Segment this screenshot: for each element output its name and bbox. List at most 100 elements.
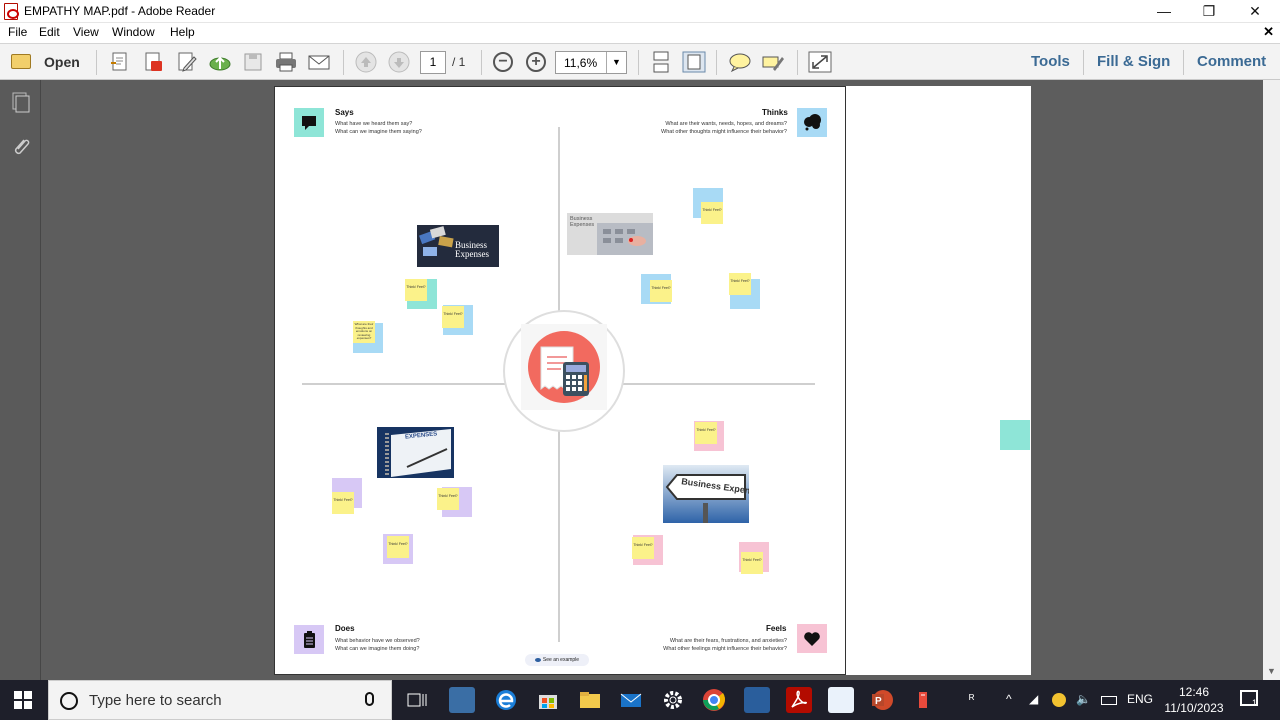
settings-gear-icon[interactable] (660, 687, 686, 713)
menu-file[interactable]: File (8, 25, 27, 39)
export-pdf-icon[interactable] (141, 51, 165, 73)
menu-help[interactable]: Help (170, 25, 195, 39)
sticky-note[interactable]: Think/ Feel? (332, 492, 354, 514)
edge-browser-icon[interactable] (493, 687, 519, 713)
edit-pdf-icon[interactable] (175, 51, 199, 73)
feels-question-2: What other feelings might influence thei… (663, 646, 787, 652)
microphone-icon[interactable] (365, 692, 374, 706)
sticky-note[interactable]: Think/ Feel? (729, 273, 751, 295)
vertical-scrollbar[interactable]: ▼ (1263, 80, 1280, 680)
show-hidden-icons-icon[interactable]: ^ (1006, 692, 1012, 706)
security-tray-icon[interactable] (1052, 693, 1066, 707)
previous-page-icon[interactable] (354, 51, 378, 73)
sticky-note[interactable]: Think/ Feel? (405, 279, 427, 301)
sticky-note[interactable]: Think/ Feel? (442, 306, 464, 328)
print-icon[interactable] (274, 51, 298, 73)
business-expenses-calculator-photo: Business Expenses (567, 213, 653, 255)
sticky-note-comment-icon[interactable] (728, 51, 752, 73)
photo-caption: Business Expenses (455, 240, 489, 259)
does-question-1: What behavior have we observed? (335, 638, 420, 644)
sticky-note[interactable]: Think/ Feel? (695, 422, 717, 444)
toolbar: Open 1 / 1 − + 11,6% ▼ Tools Fill & Sign… (0, 43, 1280, 80)
file-explorer-icon[interactable] (577, 687, 603, 713)
zoom-select[interactable]: 11,6% ▼ (555, 51, 627, 74)
chrome-icon[interactable] (701, 687, 727, 713)
see-example-button[interactable]: See an example (525, 654, 589, 666)
mail-icon[interactable] (618, 687, 644, 713)
menu-edit[interactable]: Edit (39, 25, 60, 39)
page-thumbnails-icon[interactable] (10, 92, 30, 114)
clock-time: 12:46 (1178, 685, 1210, 699)
scroll-down-icon[interactable]: ▼ (1267, 666, 1276, 676)
feels-title: Feels (766, 624, 787, 633)
close-button[interactable]: ✕ (1232, 0, 1278, 22)
business-expenses-sign-photo: Business Expenses (663, 465, 749, 523)
store-icon[interactable] (535, 687, 561, 713)
sticky-note[interactable]: Think/ Feel? (741, 552, 763, 574)
adobe-reader-taskbar-icon[interactable] (786, 687, 812, 713)
adjacent-page-area (846, 86, 1031, 675)
svg-text:P: P (875, 696, 882, 707)
task-view-icon[interactable] (404, 687, 430, 713)
menu-view[interactable]: View (73, 25, 99, 39)
photos-app-icon[interactable] (744, 687, 770, 713)
toolbar-divider (716, 50, 717, 75)
cortana-icon (60, 692, 78, 710)
toolbar-divider (481, 50, 482, 75)
fit-page-icon[interactable] (682, 51, 706, 73)
says-question-1: What have we heard them say? (335, 121, 413, 127)
heart-icon (797, 624, 827, 653)
thinks-question-2: What other thoughts might influence thei… (661, 129, 787, 135)
center-persona-circle (503, 310, 625, 432)
photo-caption: Business Expenses (570, 216, 595, 228)
tools-link[interactable]: Tools (1031, 53, 1070, 70)
clock-date: 11/10/2023 (1164, 701, 1224, 715)
speech-bubble-icon (294, 108, 324, 137)
sticky-note[interactable]: Think/ Feel? (701, 202, 723, 224)
feels-question-1: What are their fears, frustrations, and … (669, 638, 787, 644)
windows-start-icon[interactable] (14, 691, 32, 709)
thought-cloud-icon (797, 108, 827, 137)
minimize-button[interactable]: — (1141, 0, 1187, 22)
sticky-note[interactable]: What are their thoughts and emotions on … (353, 321, 375, 343)
scroll-mode-icon[interactable] (649, 51, 673, 73)
zoom-out-button[interactable]: − (493, 52, 513, 72)
wifi-icon[interactable]: ◢ (1029, 692, 1038, 706)
toolbar-divider (638, 50, 639, 75)
language-indicator[interactable]: ENG (1127, 692, 1153, 706)
create-pdf-icon[interactable] (108, 51, 132, 73)
next-page-icon[interactable] (387, 51, 411, 73)
close-document-button[interactable]: ✕ (1263, 24, 1274, 40)
sticky-note[interactable]: Think/ Feel? (650, 280, 672, 302)
volume-icon[interactable]: 🔈 (1076, 692, 1091, 706)
open-label: Open (44, 54, 80, 70)
comment-link[interactable]: Comment (1197, 53, 1266, 70)
battery-icon[interactable] (1101, 696, 1117, 705)
people-icon[interactable]: ᴿ (969, 692, 974, 706)
save-icon[interactable] (241, 51, 265, 73)
attachments-icon[interactable] (10, 135, 30, 157)
python-app-icon[interactable] (911, 687, 937, 713)
zoom-in-button[interactable]: + (526, 52, 546, 72)
notifications-icon[interactable]: 1 (1240, 690, 1258, 708)
menu-window[interactable]: Window (112, 25, 155, 39)
taskbar-search-box[interactable]: Type here to search (48, 680, 392, 720)
sticky-note[interactable]: Think/ Feel? (387, 536, 409, 558)
title-bar: EMPATHY MAP.pdf - Adobe Reader — ❐ ✕ (0, 0, 1280, 23)
page-number-input[interactable]: 1 (420, 51, 446, 74)
fullscreen-icon[interactable] (808, 51, 832, 73)
highlight-icon[interactable] (761, 51, 785, 73)
email-icon[interactable] (307, 51, 331, 73)
snipping-tool-icon[interactable] (828, 687, 854, 713)
app-icon-photos[interactable] (449, 687, 475, 713)
upload-cloud-icon[interactable] (208, 51, 232, 73)
fill-sign-link[interactable]: Fill & Sign (1097, 53, 1170, 70)
powerpoint-icon[interactable]: P (869, 687, 895, 713)
sticky-note[interactable]: Think/ Feel? (632, 537, 654, 559)
open-button[interactable]: Open (6, 49, 86, 75)
sticky-note[interactable]: Think/ Feel? (437, 488, 459, 510)
clock[interactable]: 12:46 11/10/2023 (1156, 684, 1232, 716)
restore-button[interactable]: ❐ (1186, 0, 1232, 22)
search-placeholder: Type here to search (89, 692, 222, 709)
chevron-down-icon[interactable]: ▼ (606, 52, 626, 73)
